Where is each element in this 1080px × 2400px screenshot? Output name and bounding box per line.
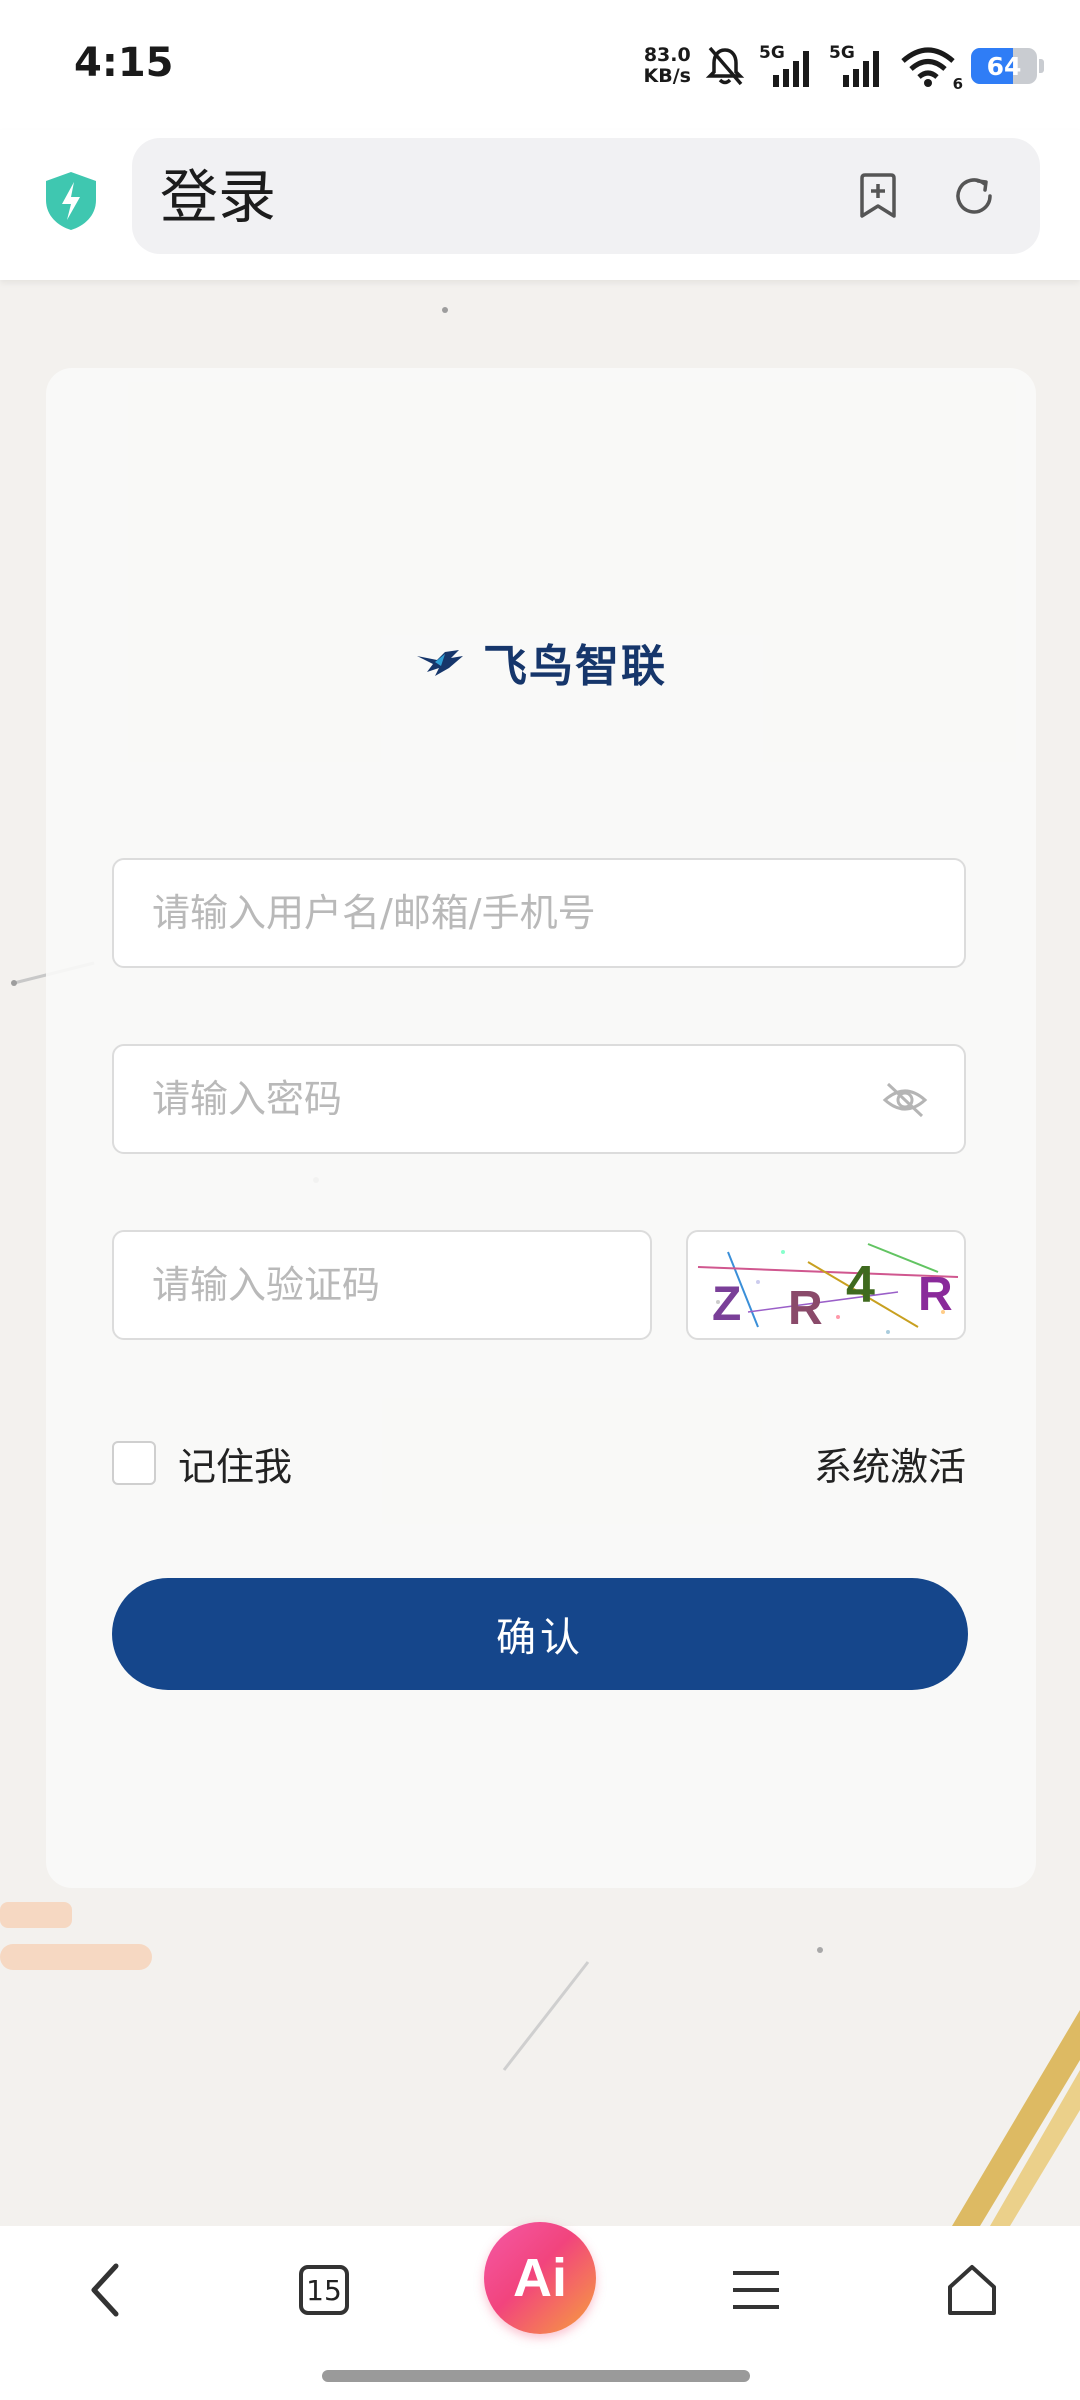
back-icon xyxy=(91,2263,119,2317)
eye-off-icon[interactable] xyxy=(882,1080,928,1120)
bookmark-add-icon[interactable] xyxy=(854,172,902,220)
tabs-button[interactable]: 15 xyxy=(284,2250,364,2330)
network-speed-value: 83.0 xyxy=(643,44,691,66)
signal-bars-icon xyxy=(773,51,809,87)
status-time: 4:15 xyxy=(74,40,174,86)
battery: 64 xyxy=(971,48,1044,84)
bird-logo-icon xyxy=(417,650,463,676)
brand-name: 飞鸟智联 xyxy=(483,641,667,692)
confirm-button[interactable]: 确认 xyxy=(112,1578,968,1690)
remember-label[interactable]: 记住我 xyxy=(178,1436,292,1491)
captcha-graphic: Z R 4 R xyxy=(697,1243,959,1335)
menu-icon xyxy=(733,2271,779,2309)
login-card: 飞鸟智联 Z R 4 R 记住我 xyxy=(46,368,1036,1888)
ai-button[interactable]: Ai xyxy=(484,2222,596,2334)
browser-toolbar: 登录 xyxy=(0,130,1080,280)
tabs-icon: 15 xyxy=(299,2265,349,2315)
address-bar[interactable]: 登录 xyxy=(132,138,1040,254)
signal-bars-icon xyxy=(843,51,879,87)
battery-level: 64 xyxy=(986,51,1022,81)
password-field[interactable] xyxy=(112,1044,966,1154)
captcha-char-4: R xyxy=(918,1268,953,1321)
status-icons: 83.0 KB/s 5G 5G 6 64 xyxy=(644,36,1044,96)
network-speed: 83.0 KB/s xyxy=(644,45,691,87)
page-title: 登录 xyxy=(160,163,277,231)
system-activate-link[interactable]: 系统激活 xyxy=(814,1436,966,1491)
captcha-char-3: 4 xyxy=(846,1256,875,1314)
password-input[interactable] xyxy=(114,1046,964,1152)
captcha-char-1: Z xyxy=(712,1278,741,1331)
menu-button[interactable] xyxy=(716,2250,796,2330)
bell-muted-icon xyxy=(705,46,745,86)
captcha-input[interactable] xyxy=(114,1232,650,1338)
brand: 飞鸟智联 xyxy=(46,630,1036,694)
username-field[interactable] xyxy=(112,858,966,968)
status-bar: 4:15 83.0 KB/s 5G 5G 6 64 xyxy=(0,0,1080,130)
wifi-tag: 6 xyxy=(952,75,963,93)
home-button[interactable] xyxy=(932,2250,1012,2330)
captcha-image[interactable]: Z R 4 R xyxy=(686,1230,966,1340)
remember-checkbox[interactable] xyxy=(112,1441,156,1485)
ai-icon: Ai xyxy=(513,2248,567,2308)
wifi-6: 6 xyxy=(899,43,963,93)
back-button[interactable] xyxy=(66,2250,146,2330)
remember-me[interactable]: 记住我 xyxy=(112,1440,292,1489)
captcha-char-2: R xyxy=(788,1282,823,1335)
home-icon xyxy=(948,2265,996,2315)
battery-tip xyxy=(1039,59,1044,73)
lightning-shield-icon[interactable] xyxy=(42,170,100,232)
captcha-field[interactable] xyxy=(112,1230,652,1340)
wifi-icon xyxy=(901,47,955,87)
network-speed-unit: KB/s xyxy=(643,65,691,87)
battery-body: 64 xyxy=(971,48,1037,84)
home-indicator[interactable] xyxy=(322,2370,750,2382)
bottom-navigation: 15 Ai xyxy=(0,2222,1080,2400)
username-input[interactable] xyxy=(114,860,964,966)
signal-5g-1: 5G xyxy=(759,43,815,89)
refresh-icon[interactable] xyxy=(950,172,998,220)
signal-5g-2: 5G xyxy=(829,43,885,89)
